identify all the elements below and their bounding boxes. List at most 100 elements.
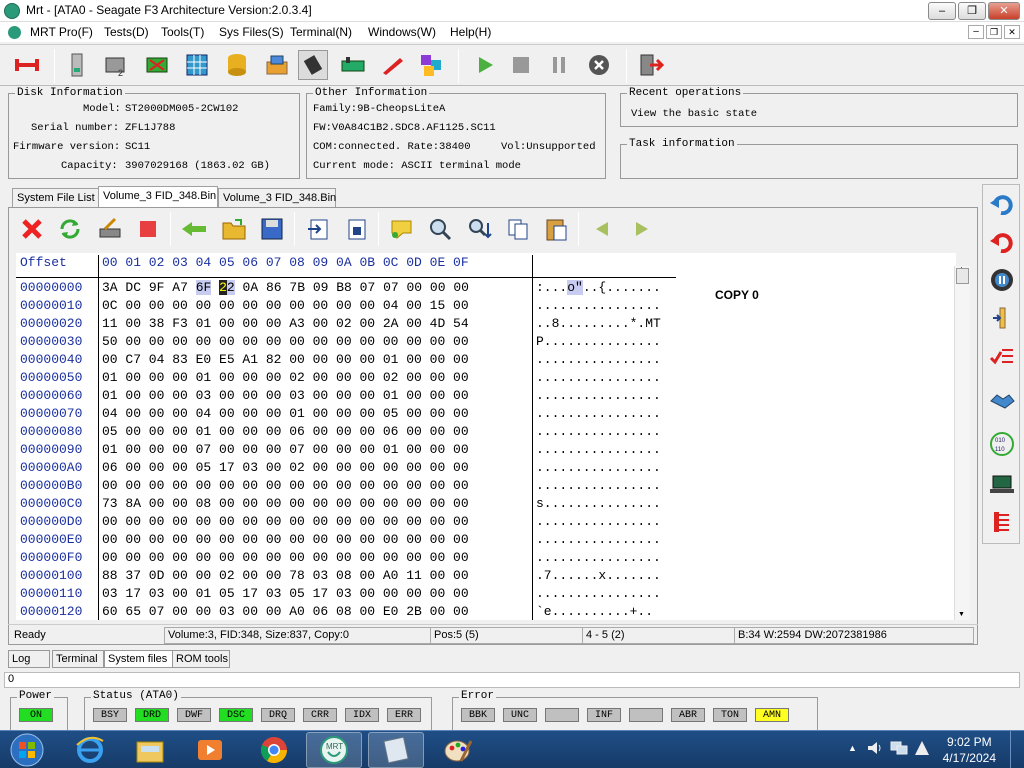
- hex-row-ascii[interactable]: ................: [536, 351, 661, 369]
- hex-row-ascii[interactable]: ................: [536, 441, 661, 459]
- disconnect-icon[interactable]: [12, 50, 42, 80]
- undo-icon[interactable]: [987, 189, 1017, 219]
- cubes-icon[interactable]: [416, 50, 446, 80]
- start-button[interactable]: [2, 732, 52, 768]
- hex-row-ascii[interactable]: s...............: [536, 495, 661, 513]
- hex-row-bytes[interactable]: 00 00 00 00 00 00 00 00 00 00 00 00 00 0…: [102, 477, 469, 495]
- hex-row-ascii[interactable]: .7......x.......: [536, 567, 661, 585]
- board-icon[interactable]: [338, 50, 368, 80]
- hex-row-bytes[interactable]: 50 00 00 00 00 00 00 00 00 00 00 00 00 0…: [102, 333, 469, 351]
- tab-rom-tools[interactable]: ROM tools: [172, 650, 230, 668]
- redo-icon[interactable]: [987, 227, 1017, 257]
- laptop-icon[interactable]: [987, 469, 1017, 499]
- hex-row-ascii[interactable]: `e..........+..: [536, 603, 653, 620]
- hex-row-bytes[interactable]: 73 8A 00 00 08 00 00 00 00 00 00 00 00 0…: [102, 495, 469, 513]
- hex-row-bytes[interactable]: 05 00 00 00 01 00 00 00 06 00 00 00 06 0…: [102, 423, 469, 441]
- comb-icon[interactable]: [987, 507, 1017, 537]
- hex-row-bytes[interactable]: 01 00 00 00 07 00 00 00 07 00 00 00 01 0…: [102, 441, 469, 459]
- tab-volume3-fid348-a[interactable]: Volume_3 FID_348.Bin: [98, 186, 218, 208]
- pause-circle-icon[interactable]: [987, 265, 1017, 295]
- notepad-icon[interactable]: [368, 732, 424, 768]
- binary-cycle-icon[interactable]: 010 110: [987, 429, 1017, 459]
- paste-icon[interactable]: [540, 208, 572, 250]
- stop-square-icon[interactable]: [132, 208, 164, 250]
- pcb-test-icon[interactable]: [142, 50, 172, 80]
- log-area[interactable]: 0: [4, 672, 1020, 688]
- menu-tests[interactable]: Tests(D): [104, 25, 149, 39]
- note-icon[interactable]: [386, 208, 418, 250]
- hex-row-ascii[interactable]: ................: [536, 423, 661, 441]
- mdi-restore-button[interactable]: ❐: [986, 25, 1002, 39]
- hex-row-bytes[interactable]: 00 00 00 00 00 00 00 00 00 00 00 00 00 0…: [102, 531, 469, 549]
- hex-row-ascii[interactable]: ................: [536, 387, 661, 405]
- export-icon[interactable]: [302, 208, 334, 250]
- action-center-icon[interactable]: [914, 740, 930, 759]
- search-next-icon[interactable]: [464, 208, 496, 250]
- tab-terminal[interactable]: Terminal: [52, 650, 104, 668]
- search-icon[interactable]: [424, 208, 456, 250]
- speaker-icon[interactable]: [866, 740, 882, 759]
- hdd-select-icon[interactable]: 2: [102, 50, 132, 80]
- maximize-button[interactable]: ❐: [958, 2, 986, 20]
- hex-row-bytes[interactable]: 11 00 38 F3 01 00 00 00 A3 00 02 00 2A 0…: [102, 315, 469, 333]
- mrt-taskbar-icon[interactable]: MRT: [306, 732, 362, 768]
- hex-row-ascii[interactable]: :...o"..{.......: [536, 279, 661, 297]
- media-player-icon[interactable]: [182, 732, 238, 768]
- pause-icon[interactable]: [544, 50, 574, 80]
- hex-row-ascii[interactable]: ................: [536, 477, 661, 495]
- pen-icon[interactable]: [378, 50, 408, 80]
- exit-icon[interactable]: [636, 50, 666, 80]
- hex-row-ascii[interactable]: ................: [536, 513, 661, 531]
- hex-row-bytes[interactable]: 01 00 00 00 03 00 00 00 03 00 00 00 01 0…: [102, 387, 469, 405]
- hex-view[interactable]: Offset 00 01 02 03 04 05 06 07 08 09 0A …: [16, 253, 956, 620]
- ruler-icon[interactable]: [987, 303, 1017, 333]
- show-desktop-button[interactable]: [1010, 731, 1024, 768]
- hex-row-bytes[interactable]: 3A DC 9F A7 6F 22 0A 86 7B 09 B8 07 07 0…: [102, 279, 469, 297]
- hex-row-ascii[interactable]: ................: [536, 297, 661, 315]
- hex-row-ascii[interactable]: ................: [536, 585, 661, 603]
- prev-arrow-icon[interactable]: [586, 208, 618, 250]
- grid-icon[interactable]: [182, 50, 212, 80]
- list-check-icon[interactable]: [987, 341, 1017, 371]
- hex-row-bytes[interactable]: 00 00 00 00 00 00 00 00 00 00 00 00 00 0…: [102, 549, 469, 567]
- hex-row-ascii[interactable]: ................: [536, 369, 661, 387]
- menu-help[interactable]: Help(H): [450, 25, 491, 39]
- play-icon[interactable]: [470, 50, 500, 80]
- boxes-icon[interactable]: [262, 50, 292, 80]
- tab-log[interactable]: Log: [8, 650, 50, 668]
- hex-row-bytes[interactable]: 06 00 00 00 05 17 03 00 02 00 00 00 00 0…: [102, 459, 469, 477]
- chrome-icon[interactable]: [246, 732, 302, 768]
- hex-row-ascii[interactable]: ................: [536, 459, 661, 477]
- import-icon[interactable]: [340, 208, 372, 250]
- hex-row-ascii[interactable]: ................: [536, 531, 661, 549]
- hex-row-bytes[interactable]: 88 37 0D 00 00 02 00 00 78 03 08 00 A0 1…: [102, 567, 469, 585]
- menu-tools[interactable]: Tools(T): [161, 25, 204, 39]
- hex-row-ascii[interactable]: ................: [536, 549, 661, 567]
- tab-system-file-list[interactable]: System File List: [12, 188, 100, 208]
- refresh-icon[interactable]: [54, 208, 86, 250]
- close-button[interactable]: ✕: [988, 2, 1020, 20]
- cancel-icon[interactable]: [584, 50, 614, 80]
- tab-system-files[interactable]: System files: [104, 650, 174, 668]
- hex-scrollbar[interactable]: ▲ ▼: [954, 266, 970, 620]
- stop-icon[interactable]: [506, 50, 536, 80]
- hex-row-bytes[interactable]: 00 00 00 00 00 00 00 00 00 00 00 00 00 0…: [102, 513, 469, 531]
- next-arrow-icon[interactable]: [626, 208, 658, 250]
- hex-row-ascii[interactable]: ..8.........*.MT: [536, 315, 661, 333]
- hex-row-bytes[interactable]: 03 17 03 00 01 05 17 03 05 17 03 00 00 0…: [102, 585, 469, 603]
- open-folder-icon[interactable]: [218, 208, 250, 250]
- hex-row-bytes[interactable]: 01 00 00 00 01 00 00 00 02 00 00 00 02 0…: [102, 369, 469, 387]
- mdi-minimize-button[interactable]: –: [968, 25, 984, 39]
- hex-row-bytes[interactable]: 0C 00 00 00 00 00 00 00 00 00 00 00 04 0…: [102, 297, 469, 315]
- menu-mrt-pro[interactable]: MRT Pro(F): [30, 25, 93, 39]
- menu-sys-files[interactable]: Sys Files(S): [219, 25, 284, 39]
- copy-icon[interactable]: [502, 208, 534, 250]
- explorer-icon[interactable]: [122, 732, 178, 768]
- clock[interactable]: 9:02 PM 4/17/2024: [943, 734, 996, 766]
- drive-info-icon[interactable]: [62, 50, 92, 80]
- tray-up-arrow-icon[interactable]: ▲: [848, 743, 857, 753]
- save-icon[interactable]: [256, 208, 288, 250]
- delete-icon[interactable]: [16, 208, 48, 250]
- paint-icon[interactable]: [430, 732, 486, 768]
- menu-terminal[interactable]: Terminal(N): [290, 25, 352, 39]
